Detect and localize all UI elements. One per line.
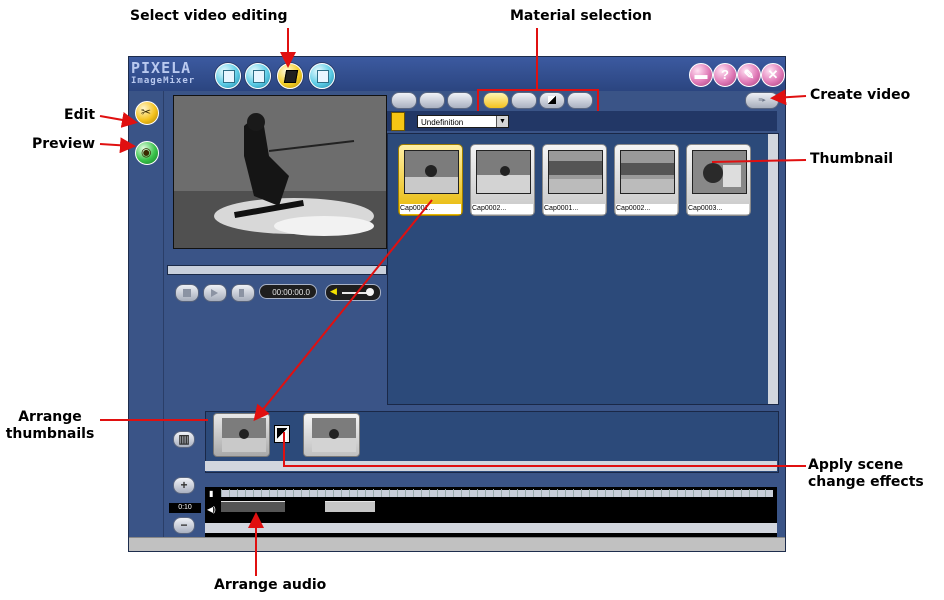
annotation-arrows	[99, 28, 807, 576]
